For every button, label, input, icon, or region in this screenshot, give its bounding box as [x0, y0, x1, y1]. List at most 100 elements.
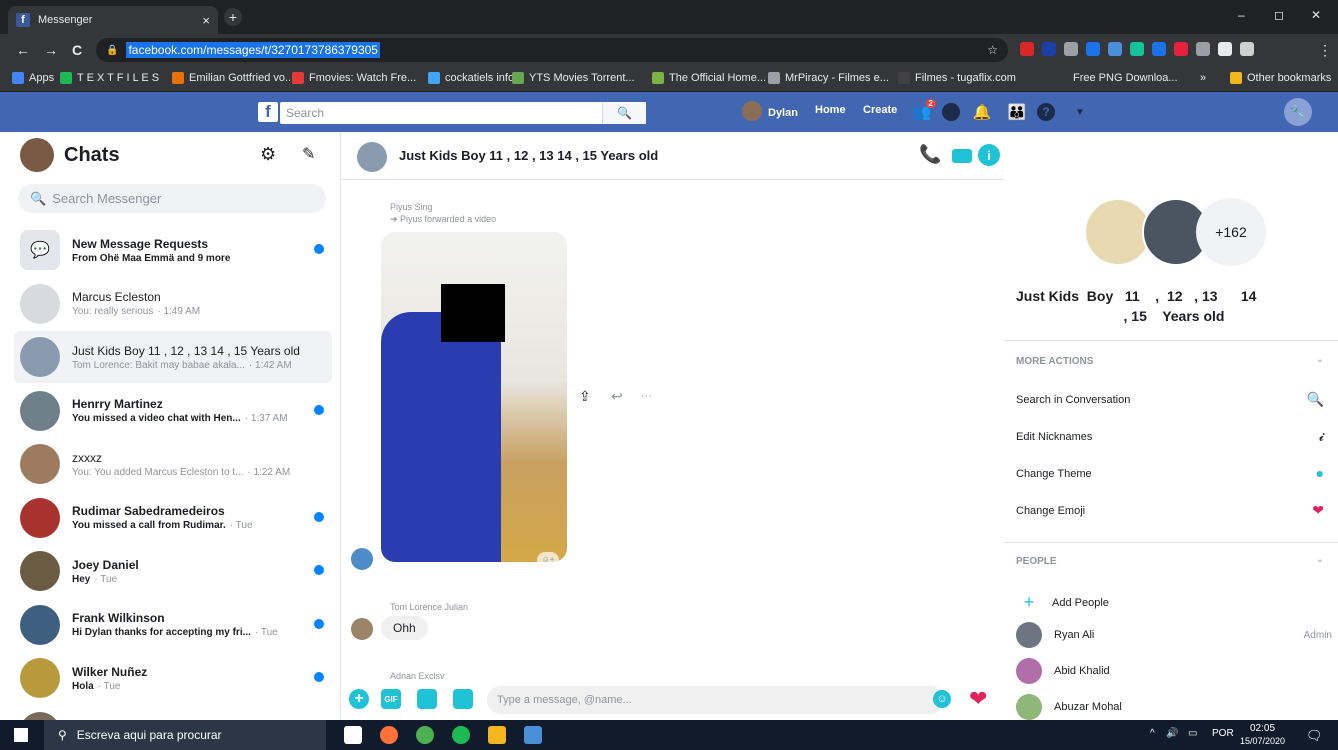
action-item[interactable]: Change Emoji ❤ [1016, 502, 1328, 519]
avatar[interactable] [20, 138, 54, 172]
language-indicator[interactable]: POR [1212, 728, 1234, 739]
extension-icon[interactable] [1086, 42, 1100, 56]
add-people-button[interactable]: + Add People [1016, 592, 1332, 613]
other-bookmarks[interactable]: Other bookmarks [1230, 72, 1331, 84]
new-tab-button[interactable]: + [224, 8, 242, 26]
chat-list-item[interactable]: Just Kids Boy 11 , 12 , 13 14 , 15 Years… [14, 331, 332, 383]
chat-list-item[interactable]: zxxxz You: You added Marcus Ecleston to t… [14, 438, 332, 490]
clock-date[interactable]: 15/07/2020 [1240, 736, 1285, 746]
search-icon[interactable]: 🔍 [1307, 391, 1324, 408]
gif-icon[interactable]: GIF [381, 689, 401, 709]
bookmark-item[interactable]: MrPiracy - Filmes e... [768, 72, 889, 84]
group-avatar[interactable] [357, 142, 387, 172]
bookmark-item[interactable]: YTS Movies Torrent... [512, 72, 635, 84]
more-options-icon[interactable]: ··· [641, 390, 652, 402]
wrench-icon[interactable]: 🔧 [1284, 98, 1312, 126]
chrome-menu-icon[interactable]: ⋮ [1318, 42, 1332, 59]
chevron-down-icon[interactable]: ⌄ [1316, 354, 1324, 365]
create-link[interactable]: Create [863, 104, 897, 116]
person-item[interactable]: Abid Khalid [1016, 658, 1332, 684]
firefox-icon[interactable] [380, 726, 398, 744]
extension-icon[interactable] [1174, 42, 1188, 56]
bookmark-item[interactable]: The Official Home... [652, 72, 766, 84]
bookmark-item[interactable]: Filmes - tugaflix.com [898, 72, 1016, 84]
member-count[interactable]: +162 [1196, 198, 1266, 266]
reload-icon[interactable]: C [72, 42, 82, 58]
person-item[interactable]: Ryan Ali Admin [1016, 622, 1332, 648]
extension-icon[interactable] [1240, 42, 1254, 56]
nickname-icon[interactable]: 𝓲 [1319, 428, 1324, 445]
quick-help-icon[interactable]: 👪 [1007, 102, 1027, 122]
task-view-icon[interactable] [344, 726, 362, 744]
notepad-icon[interactable] [524, 726, 542, 744]
plus-icon[interactable]: + [349, 689, 369, 709]
taskbar-search-input[interactable]: ⚲ Escreva aqui para procurar [44, 720, 326, 750]
heart-icon[interactable]: ❤ [1312, 502, 1324, 519]
search-icon[interactable]: 🔍 [602, 102, 646, 124]
video-icon[interactable] [952, 149, 972, 163]
bookmark-star-icon[interactable]: ☆ [987, 43, 998, 57]
home-link[interactable]: Home [815, 104, 846, 116]
chat-list-item[interactable]: Joey Daniel Hey · Tue [14, 545, 332, 597]
friend-requests-icon[interactable]: 👥 2 [912, 99, 936, 122]
clock-time[interactable]: 02:05 [1250, 723, 1275, 734]
chat-list-item[interactable]: 💬 New Message Requests From Ohë Maa Emmä a… [14, 224, 332, 276]
messenger-icon[interactable] [942, 103, 960, 121]
forwarded-video[interactable]: ☺+ [381, 232, 567, 562]
emoji-icon[interactable]: ☺ [933, 690, 951, 708]
maximize-button[interactable]: ◻ [1274, 8, 1284, 22]
chrome-icon[interactable] [416, 726, 434, 744]
bookmark-item[interactable]: Emilian Gottfried vo... [172, 72, 294, 84]
chat-list-item[interactable]: Ouhayed Patron [14, 706, 332, 720]
url-bar[interactable]: 🔒 facebook.com/messages/t/32701737863793… [96, 38, 1008, 62]
volume-icon[interactable]: 🔊 [1166, 728, 1178, 739]
people-heading[interactable]: PEOPLE ⌄ [1016, 554, 1328, 567]
chat-list-item[interactable]: Marcus Ecleston You: really serious · 1:49… [14, 278, 332, 330]
profile-link[interactable]: Dylan [742, 101, 798, 121]
close-window-button[interactable]: ✕ [1311, 8, 1321, 22]
image-icon[interactable] [453, 689, 473, 709]
extension-icon[interactable] [1020, 42, 1034, 56]
spotify-icon[interactable] [452, 726, 470, 744]
tray-arrow-icon[interactable]: ^ [1150, 728, 1155, 739]
extension-icon[interactable] [1152, 42, 1166, 56]
reaction-add-icon[interactable]: ☺+ [537, 552, 559, 562]
action-item[interactable]: Edit Nicknames 𝓲 [1016, 428, 1328, 445]
extension-icon[interactable] [1064, 42, 1078, 56]
facebook-logo-icon[interactable]: f [258, 102, 278, 122]
message-input[interactable]: Type a message, @name... [487, 686, 945, 714]
chat-list-item[interactable]: Henrry Martinez You missed a video chat w… [14, 385, 332, 437]
theme-icon[interactable]: ● [1316, 465, 1324, 481]
extension-icon[interactable] [1042, 42, 1056, 56]
heart-icon[interactable]: ❤ [969, 686, 987, 712]
extension-icon[interactable] [1196, 42, 1210, 56]
action-item[interactable]: Change Theme ● [1016, 465, 1328, 481]
extension-icon[interactable] [1218, 42, 1232, 56]
network-icon[interactable]: ▭ [1188, 728, 1197, 739]
info-icon[interactable]: i [978, 144, 1000, 166]
help-icon[interactable]: ? [1037, 103, 1055, 121]
sticker-icon[interactable] [417, 689, 437, 709]
facebook-search-input[interactable]: Search 🔍 [280, 102, 646, 124]
phone-icon[interactable]: 📞 [919, 144, 941, 165]
notifications-icon[interactable]: 🔔 [972, 102, 992, 122]
forward-icon[interactable]: → [44, 42, 58, 58]
minimize-button[interactable]: – [1238, 8, 1245, 22]
bookmark-item[interactable]: cockatiels info [428, 72, 514, 84]
bookmark-item[interactable]: T E X T F I L E S [60, 72, 159, 84]
browser-tab[interactable]: f Messenger × [8, 6, 218, 34]
windows-start-icon[interactable] [14, 728, 28, 742]
more-actions-heading[interactable]: MORE ACTIONS ⌄ [1016, 354, 1328, 367]
chat-list-item[interactable]: Wilker Nuñez Hola · Tue [14, 652, 332, 704]
tab-close-icon[interactable]: × [202, 13, 210, 28]
reply-icon[interactable]: ↩ [611, 388, 623, 405]
back-icon[interactable]: ← [16, 42, 30, 58]
action-item[interactable]: Search in Conversation 🔍 [1016, 391, 1328, 408]
person-item[interactable]: Abuzar Mohal [1016, 694, 1332, 720]
chat-list-item[interactable]: Frank Wilkinson Hi Dylan thanks for accep… [14, 599, 332, 651]
account-menu-icon[interactable]: ▼ [1070, 102, 1090, 122]
search-messenger-input[interactable]: 🔍 Search Messenger [18, 184, 326, 213]
gear-icon[interactable]: ⚙ [260, 144, 276, 165]
notifications-icon[interactable]: 🗨 [1306, 728, 1323, 744]
url-text[interactable]: facebook.com/messages/t/3270173786379305 [126, 42, 380, 58]
